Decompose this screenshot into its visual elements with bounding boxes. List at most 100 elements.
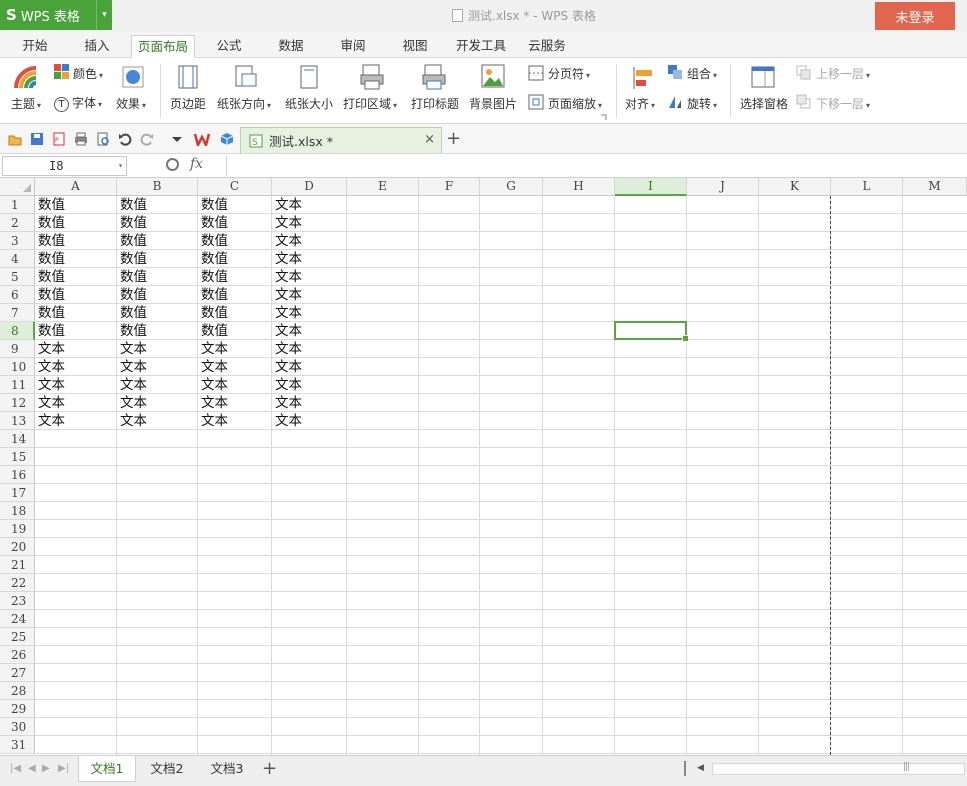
column-header-d[interactable]: D — [272, 178, 347, 196]
cell-b13[interactable]: 文本 — [117, 412, 198, 430]
row-header[interactable]: 6 — [0, 286, 35, 304]
column-header-h[interactable]: H — [543, 178, 615, 196]
customize-toolbar-icon[interactable] — [170, 132, 184, 146]
row-header[interactable]: 7 — [0, 304, 35, 322]
cell-c2[interactable]: 数值 — [198, 214, 272, 232]
print-area-button[interactable]: 打印区域 ▾ — [343, 95, 397, 112]
cell-b5[interactable]: 数值 — [117, 268, 198, 286]
column-header-l[interactable]: L — [831, 178, 903, 196]
cell-c13[interactable]: 文本 — [198, 412, 272, 430]
cell-d13[interactable]: 文本 — [272, 412, 347, 430]
cell-a7[interactable]: 数值 — [35, 304, 117, 322]
column-header-c[interactable]: C — [198, 178, 272, 196]
horizontal-scrollbar[interactable]: ||| — [712, 762, 965, 775]
tab-home[interactable]: 开始 — [14, 35, 56, 58]
row-header[interactable]: 14 — [0, 430, 35, 448]
row-header[interactable]: 21 — [0, 556, 35, 574]
select-all-corner[interactable] — [0, 178, 35, 196]
name-box-dropdown-icon[interactable]: ▾ — [118, 157, 123, 175]
cell-c12[interactable]: 文本 — [198, 394, 272, 412]
margins-button[interactable]: 页边距 — [170, 95, 206, 112]
background-image-button[interactable]: 背景图片 — [469, 95, 517, 112]
row-header[interactable]: 18 — [0, 502, 35, 520]
cell-d12[interactable]: 文本 — [272, 394, 347, 412]
next-sheet-icon[interactable]: ▶ — [42, 763, 50, 774]
cell-b10[interactable]: 文本 — [117, 358, 198, 376]
cell-a4[interactable]: 数值 — [35, 250, 117, 268]
print-titles-button[interactable]: 打印标题 — [411, 95, 459, 112]
cell-a12[interactable]: 文本 — [35, 394, 117, 412]
cell-d11[interactable]: 文本 — [272, 376, 347, 394]
row-header[interactable]: 2 — [0, 214, 35, 232]
cell-a9[interactable]: 文本 — [35, 340, 117, 358]
print-preview-icon[interactable] — [96, 132, 110, 146]
cell-a3[interactable]: 数值 — [35, 232, 117, 250]
app-menu-button[interactable]: S WPS 表格 ▾ — [0, 0, 112, 30]
cell-c3[interactable]: 数值 — [198, 232, 272, 250]
cell-b1[interactable]: 数值 — [117, 196, 198, 214]
tab-developer[interactable]: 开发工具 — [452, 35, 510, 58]
print-icon[interactable] — [74, 132, 88, 146]
cell-c1[interactable]: 数值 — [198, 196, 272, 214]
row-header[interactable]: 13 — [0, 412, 35, 430]
app-menu-caret-icon[interactable]: ▾ — [96, 0, 112, 30]
row-header[interactable]: 22 — [0, 574, 35, 592]
cell-b11[interactable]: 文本 — [117, 376, 198, 394]
login-button[interactable]: 未登录 — [875, 2, 955, 30]
new-tab-icon[interactable]: + — [446, 128, 461, 149]
column-header-e[interactable]: E — [347, 178, 419, 196]
export-pdf-icon[interactable]: P — [52, 132, 66, 146]
cell-c5[interactable]: 数值 — [198, 268, 272, 286]
cell-a6[interactable]: 数值 — [35, 286, 117, 304]
cell-c10[interactable]: 文本 — [198, 358, 272, 376]
last-sheet-icon[interactable]: ▶| — [58, 763, 69, 774]
row-header[interactable]: 23 — [0, 592, 35, 610]
row-header[interactable]: 11 — [0, 376, 35, 394]
paper-size-button[interactable]: 纸张大小 — [285, 95, 333, 112]
cell-b3[interactable]: 数值 — [117, 232, 198, 250]
cell-c11[interactable]: 文本 — [198, 376, 272, 394]
column-header-i[interactable]: I — [615, 178, 687, 196]
find-icon[interactable] — [166, 158, 179, 171]
send-backward-button[interactable]: 下移一层 ▾ — [816, 95, 870, 112]
align-button[interactable]: 对齐 ▾ — [625, 95, 655, 112]
row-header[interactable]: 31 — [0, 736, 35, 754]
cell-a1[interactable]: 数值 — [35, 196, 117, 214]
first-sheet-icon[interactable]: |◀ — [10, 763, 21, 774]
tab-formulas[interactable]: 公式 — [208, 35, 250, 58]
cell-b6[interactable]: 数值 — [117, 286, 198, 304]
formula-input[interactable] — [226, 156, 965, 176]
orientation-button[interactable]: 纸张方向 ▾ — [217, 95, 271, 112]
column-header-g[interactable]: G — [480, 178, 543, 196]
cell-a2[interactable]: 数值 — [35, 214, 117, 232]
cell-d3[interactable]: 文本 — [272, 232, 347, 250]
effects-button[interactable]: 效果 ▾ — [116, 95, 146, 112]
row-header[interactable]: 9 — [0, 340, 35, 358]
row-header[interactable]: 29 — [0, 700, 35, 718]
sheet-tab-2[interactable]: 文档2 — [138, 756, 196, 782]
tab-data[interactable]: 数据 — [270, 35, 312, 58]
redo-icon[interactable] — [140, 132, 154, 146]
cell-c8[interactable]: 数值 — [198, 322, 272, 340]
row-header[interactable]: 26 — [0, 646, 35, 664]
undo-icon[interactable] — [118, 132, 132, 146]
sheet-tab-1[interactable]: 文档1 — [78, 756, 136, 782]
row-header[interactable]: 27 — [0, 664, 35, 682]
cell-a11[interactable]: 文本 — [35, 376, 117, 394]
open-folder-icon[interactable] — [8, 132, 22, 146]
column-header-f[interactable]: F — [419, 178, 480, 196]
cube-icon[interactable] — [220, 132, 234, 146]
row-header[interactable]: 17 — [0, 484, 35, 502]
fonts-button[interactable]: T 字体 ▾ — [54, 94, 102, 112]
tab-insert[interactable]: 插入 — [76, 35, 118, 58]
row-header[interactable]: 10 — [0, 358, 35, 376]
tab-cloud[interactable]: 云服务 — [524, 35, 570, 58]
row-header[interactable]: 19 — [0, 520, 35, 538]
cell-d10[interactable]: 文本 — [272, 358, 347, 376]
spreadsheet-grid[interactable]: A B C D E F G H I J K L M 1 2 3 4 5 6 7 8 9 10 11 12 13 14 15 16 17 18… — [0, 178, 967, 755]
cell-c4[interactable]: 数值 — [198, 250, 272, 268]
cell-b2[interactable]: 数值 — [117, 214, 198, 232]
cell-d8[interactable]: 文本 — [272, 322, 347, 340]
row-header[interactable]: 8 — [0, 322, 35, 340]
row-header[interactable]: 24 — [0, 610, 35, 628]
